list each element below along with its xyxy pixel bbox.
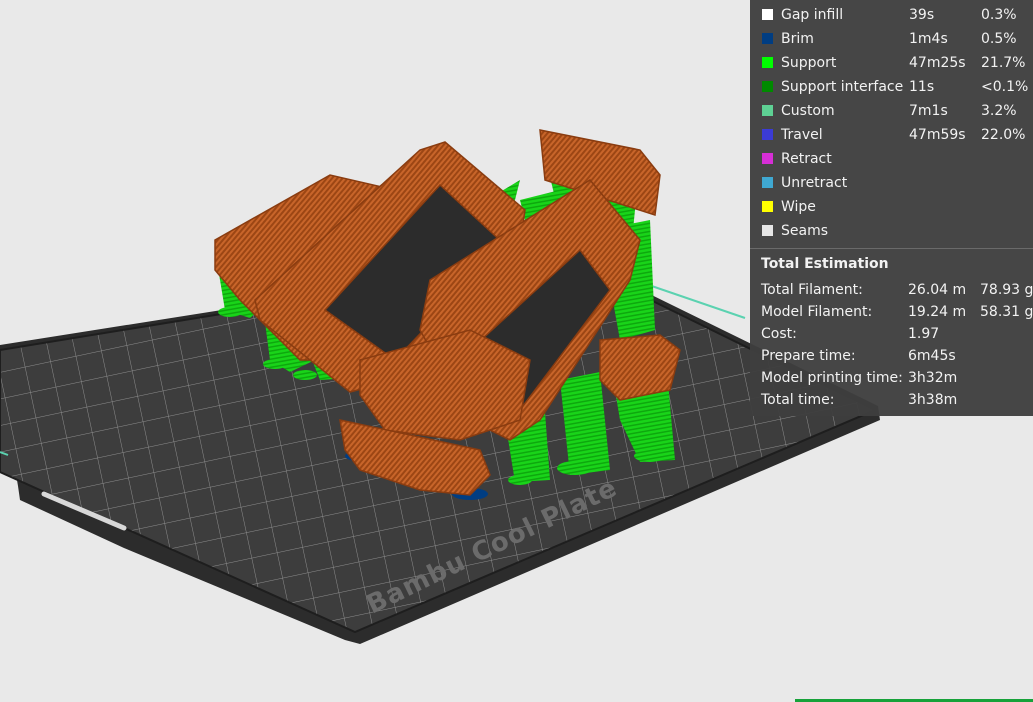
legend-label: Retract [781, 151, 832, 167]
legend-percent: 22.0% [981, 127, 1026, 143]
cost-label: Cost: [761, 326, 797, 342]
total-estimation-heading: Total Estimation [761, 256, 889, 272]
legend-time: 1m4s [909, 31, 948, 47]
prepare-time-label: Prepare time: [761, 348, 856, 364]
cost-value: 1.97 [908, 326, 940, 342]
legend-percent: 21.7% [981, 55, 1026, 71]
legend-label: Gap infill [781, 7, 844, 23]
gcode-legend-panel: Gap infill 39s 0.3% Brim 1m4s 0.5% Suppo… [750, 0, 1033, 416]
legend-percent: 3.2% [981, 103, 1017, 119]
color-swatch [762, 201, 773, 212]
total-time-row: Total time: 3h38m [761, 390, 1033, 410]
total-filament-length: 26.04 m [908, 282, 967, 298]
legend-row-seams[interactable]: Seams [750, 221, 1033, 241]
legend-label: Custom [781, 103, 835, 119]
legend-label: Seams [781, 223, 829, 239]
legend-row-custom[interactable]: Custom 7m1s 3.2% [750, 101, 1033, 121]
legend-row-retract[interactable]: Retract [750, 149, 1033, 169]
legend-percent: 0.5% [981, 31, 1017, 47]
legend-label: Unretract [781, 175, 848, 191]
legend-time: 11s [909, 79, 935, 95]
legend-label: Brim [781, 31, 814, 47]
model-printing-time-label: Model printing time: [761, 370, 903, 386]
model-filament-row: Model Filament: 19.24 m 58.31 g [761, 302, 1033, 322]
model-filament-length: 19.24 m [908, 304, 967, 320]
legend-time: 39s [909, 7, 935, 23]
legend-row-gap-infill[interactable]: Gap infill 39s 0.3% [750, 5, 1033, 25]
model-printing-time-value: 3h32m [908, 370, 958, 386]
color-swatch [762, 225, 773, 236]
color-swatch [762, 105, 773, 116]
prepare-time-row: Prepare time: 6m45s [761, 346, 1033, 366]
legend-label: Support interface [781, 79, 904, 95]
color-swatch [762, 9, 773, 20]
total-time-label: Total time: [761, 392, 835, 408]
legend-label: Travel [781, 127, 823, 143]
total-filament-label: Total Filament: [761, 282, 863, 298]
color-swatch [762, 177, 773, 188]
color-swatch [762, 33, 773, 44]
color-swatch [762, 153, 773, 164]
legend-time: 7m1s [909, 103, 948, 119]
cost-row: Cost: 1.97 [761, 324, 1033, 344]
legend-label: Wipe [781, 199, 816, 215]
legend-label: Support [781, 55, 837, 71]
total-filament-weight: 78.93 g [980, 282, 1033, 298]
model-printing-time-row: Model printing time: 3h32m [761, 368, 1033, 388]
legend-row-support-interface[interactable]: Support interface 11s <0.1% [750, 77, 1033, 97]
color-swatch [762, 81, 773, 92]
legend-row-wipe[interactable]: Wipe [750, 197, 1033, 217]
model-filament-weight: 58.31 g [980, 304, 1033, 320]
prepare-time-value: 6m45s [908, 348, 956, 364]
legend-row-brim[interactable]: Brim 1m4s 0.5% [750, 29, 1033, 49]
divider [750, 248, 1033, 249]
legend-time: 47m25s [909, 55, 966, 71]
legend-row-support[interactable]: Support 47m25s 21.7% [750, 53, 1033, 73]
legend-row-unretract[interactable]: Unretract [750, 173, 1033, 193]
legend-time: 47m59s [909, 127, 966, 143]
legend-row-travel[interactable]: Travel 47m59s 22.0% [750, 125, 1033, 145]
color-swatch [762, 129, 773, 140]
total-time-value: 3h38m [908, 392, 958, 408]
total-filament-row: Total Filament: 26.04 m 78.93 g [761, 280, 1033, 300]
legend-percent: <0.1% [981, 79, 1029, 95]
legend-percent: 0.3% [981, 7, 1017, 23]
color-swatch [762, 57, 773, 68]
model-filament-label: Model Filament: [761, 304, 873, 320]
